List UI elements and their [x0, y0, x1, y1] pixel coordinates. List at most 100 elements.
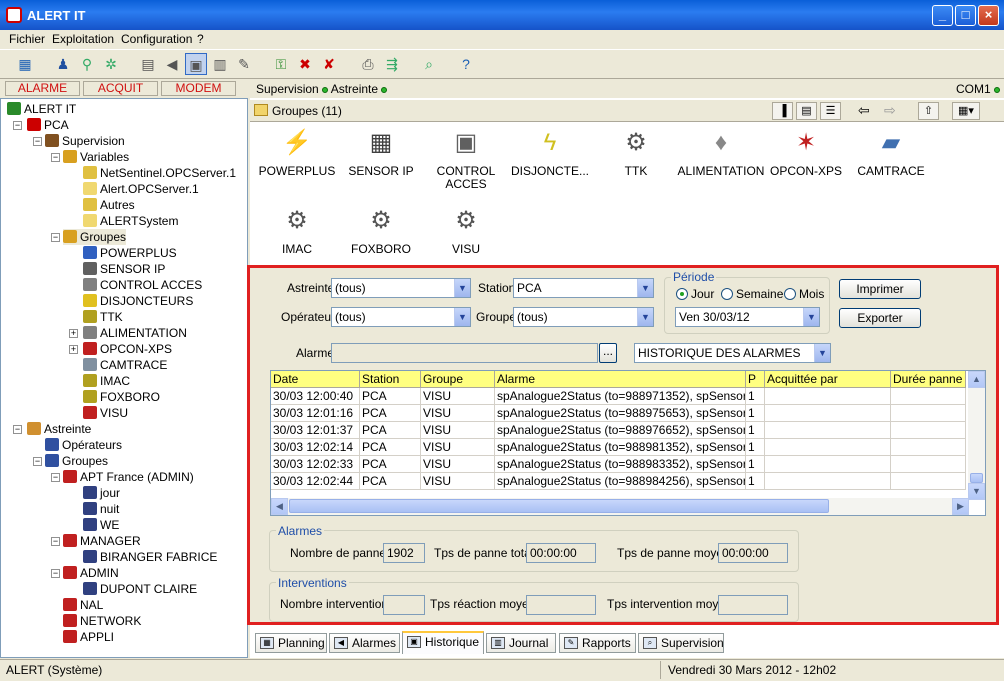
history-type-select[interactable]: HISTORIQUE DES ALARMES ▼ [634, 343, 831, 363]
tree-item[interactable]: jour [83, 485, 120, 501]
print-icon[interactable]: ⎙ [357, 53, 379, 75]
tree-item[interactable]: nuit [83, 501, 119, 517]
station-select[interactable]: PCA ▼ [513, 278, 654, 298]
alarme-field[interactable] [331, 343, 598, 363]
tree-item[interactable]: ADMIN [63, 565, 119, 581]
column-header[interactable]: Date [271, 371, 360, 388]
group-item[interactable]: ▣ CONTROL ACCES [421, 127, 511, 191]
alarme-indicator[interactable]: ALARME [5, 81, 80, 96]
scroll-up-icon[interactable]: ▲ [968, 371, 985, 388]
tree-item[interactable]: OPCON-XPS [83, 341, 172, 357]
expand-icon[interactable]: + [69, 329, 78, 338]
column-header[interactable]: Acquittée par [765, 371, 891, 388]
tree-item[interactable]: BIRANGER FABRICE [83, 549, 217, 565]
help-icon[interactable]: ? [455, 53, 477, 75]
scroll-left-icon[interactable]: ◀ [271, 498, 288, 515]
collapse-icon[interactable]: − [51, 473, 60, 482]
operateur-select[interactable]: (tous) ▼ [331, 307, 471, 327]
collapse-icon[interactable]: − [33, 457, 42, 466]
menu-help[interactable]: ? [197, 32, 204, 46]
tree-item[interactable]: Groupes [45, 453, 108, 469]
tab-planning[interactable]: ▦ Planning [255, 633, 327, 653]
group-item[interactable]: ⚙ VISU [421, 205, 511, 256]
column-header[interactable]: Station [360, 371, 421, 388]
tree-item[interactable]: DUPONT CLAIRE [83, 581, 197, 597]
tree-item[interactable]: MANAGER [63, 533, 141, 549]
column-header[interactable]: Alarme [495, 371, 746, 388]
speaker-icon[interactable]: ◀ [161, 53, 183, 75]
tree-item[interactable]: CAMTRACE [83, 357, 167, 373]
collapse-icon[interactable]: − [51, 537, 60, 546]
alarm-history-table[interactable]: Date Station Groupe Alarme P Acquittée par Dur… [270, 370, 986, 516]
tab-journal[interactable]: ▥ Journal [486, 633, 556, 653]
navigation-tree[interactable]: ALERT IT PCA − Supervision − Variables − NetSen… [0, 98, 248, 658]
vertical-scroll-thumb[interactable] [970, 473, 983, 483]
history-icon[interactable]: ▣ [185, 53, 207, 75]
exporter-button[interactable]: Exporter [839, 308, 921, 328]
tree-item[interactable]: Opérateurs [45, 437, 122, 453]
tree-item[interactable]: DISJONCTEURS [83, 293, 193, 309]
collapse-icon[interactable]: − [51, 153, 60, 162]
radio-semaine[interactable]: Semaine [721, 287, 783, 301]
group-item[interactable]: ✶ OPCON-XPS [761, 127, 851, 178]
tree-item[interactable]: ALIMENTATION [83, 325, 187, 341]
tree-item[interactable]: CONTROL ACCES [83, 277, 202, 293]
column-header[interactable]: Groupe [421, 371, 495, 388]
group-item[interactable]: ♦ ALIMENTATION [676, 127, 766, 178]
group-item[interactable]: ▦ SENSOR IP [336, 127, 426, 178]
tab-rapports[interactable]: ✎ Rapports [559, 633, 636, 653]
vertical-scrollbar[interactable]: ▲ ▼ [968, 371, 985, 500]
tree-item[interactable]: SENSOR IP [83, 261, 165, 277]
astreinte-select[interactable]: (tous) ▼ [331, 278, 471, 298]
tree-item[interactable]: FOXBORO [83, 389, 160, 405]
groupe-select[interactable]: (tous) ▼ [513, 307, 654, 327]
tree-item[interactable]: APPLI [63, 629, 114, 645]
modem-indicator[interactable]: MODEM [161, 81, 236, 96]
group-item[interactable]: ▰ CAMTRACE [846, 127, 936, 178]
forward-arrow-icon[interactable]: ⇨ [884, 102, 896, 119]
tree-item[interactable]: NETWORK [63, 613, 141, 629]
cancel-grid-icon[interactable]: ✖ [294, 53, 316, 75]
menu-configuration[interactable]: Configuration [121, 32, 192, 46]
tree-item[interactable]: APT France (ADMIN) [63, 469, 194, 485]
maximize-button[interactable]: □ [955, 5, 976, 26]
column-header[interactable]: P [746, 371, 765, 388]
export-icon[interactable]: ⇶ [381, 53, 403, 75]
group-item[interactable]: ⚡ POWERPLUS [252, 127, 342, 178]
back-arrow-icon[interactable]: ⇦ [858, 102, 870, 119]
tree-item[interactable]: Alert.OPCServer.1 [83, 181, 199, 197]
date-picker[interactable]: Ven 30/03/12 ▼ [675, 307, 820, 327]
tree-item[interactable]: ALERT IT [7, 101, 76, 117]
tree-item[interactable]: Astreinte [27, 421, 91, 437]
antenna-icon[interactable]: ⚲ [76, 53, 98, 75]
tree-item[interactable]: NAL [63, 597, 103, 613]
scroll-right-icon[interactable]: ▶ [952, 498, 969, 515]
collapse-icon[interactable]: − [13, 425, 22, 434]
collapse-icon[interactable]: − [51, 569, 60, 578]
tab-alarmes[interactable]: ◀ Alarmes [329, 633, 400, 653]
journal-icon[interactable]: ▥ [209, 53, 231, 75]
edit-icon[interactable]: ✎ [233, 53, 255, 75]
tree-item[interactable]: WE [83, 517, 119, 533]
menu-exploitation[interactable]: Exploitation [52, 32, 114, 46]
radio-mois[interactable]: Mois [784, 287, 824, 301]
scroll-down-icon[interactable]: ▼ [968, 483, 985, 500]
expand-icon[interactable]: + [69, 345, 78, 354]
collapse-icon[interactable]: − [51, 233, 60, 242]
column-header[interactable]: Durée panne [891, 371, 966, 388]
collapse-icon[interactable]: − [13, 121, 22, 130]
views-menu-button[interactable]: ▦▾ [952, 102, 980, 120]
tree-item[interactable]: IMAC [83, 373, 130, 389]
collapse-icon[interactable]: − [33, 137, 42, 146]
user-icon[interactable]: ♟ [52, 53, 74, 75]
horizontal-scroll-thumb[interactable] [289, 499, 829, 513]
network-icon[interactable]: ✲ [100, 53, 122, 75]
ack-icon[interactable]: ⚿ [270, 53, 292, 75]
menu-fichier[interactable]: Fichier [9, 32, 45, 46]
cancel-icon[interactable]: ✘ [318, 53, 340, 75]
tree-item[interactable]: Autres [83, 197, 135, 213]
view-list-button[interactable]: ▤ [796, 102, 817, 120]
view-details-button[interactable]: ☰ [820, 102, 841, 120]
up-folder-button[interactable]: ⇧ [918, 102, 939, 120]
radio-jour[interactable]: Jour [676, 287, 714, 301]
